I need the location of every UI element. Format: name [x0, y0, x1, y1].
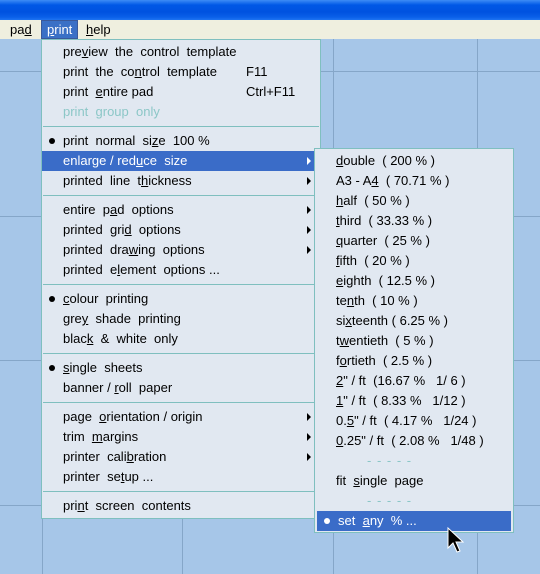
menu-item-line-thickness[interactable]: printed line thickness — [42, 171, 320, 191]
menu-item-print-screen-contents[interactable]: print screen contents — [42, 496, 320, 516]
menu-item-black-white-only[interactable]: black & white only — [42, 329, 320, 349]
submenu-arrow-icon — [307, 246, 311, 254]
menu-item-grid-options[interactable]: printed grid options — [42, 220, 320, 240]
submenu-arrow-icon — [307, 453, 311, 461]
shortcut: F11 — [246, 64, 268, 79]
radio-bullet-icon — [49, 365, 55, 371]
menu-item-page-orientation[interactable]: page orientation / origin — [42, 407, 320, 427]
submenu-item[interactable]: sixteenth ( 6.25 % ) — [315, 311, 513, 331]
submenu-arrow-icon — [307, 206, 311, 214]
menu-item-preview-template[interactable]: preview the control template — [42, 42, 320, 62]
menu-item-enlarge-reduce-size[interactable]: enlarge / reduce size — [42, 151, 320, 171]
submenu-arrow-icon — [307, 433, 311, 441]
submenu-item[interactable]: A3 - A4 ( 70.71 % ) — [315, 171, 513, 191]
mouse-pointer-icon — [447, 527, 465, 553]
menu-item-colour-printing[interactable]: colour printing — [42, 289, 320, 309]
submenu-item[interactable]: half ( 50 % ) — [315, 191, 513, 211]
submenu-item[interactable]: 0.25" / ft ( 2.08 % 1/48 ) — [315, 431, 513, 451]
enlarge-reduce-submenu: double ( 200 % ) A3 - A4 ( 70.71 % ) hal… — [314, 148, 514, 533]
submenu-arrow-icon — [307, 413, 311, 421]
menu-help[interactable]: help — [81, 20, 116, 39]
submenu-item[interactable]: fortieth ( 2.5 % ) — [315, 351, 513, 371]
radio-bullet-icon — [324, 518, 330, 524]
separator — [43, 491, 319, 492]
menu-item-printer-calibration[interactable]: printer calibration — [42, 447, 320, 467]
separator — [43, 402, 319, 403]
menu-item-drawing-options[interactable]: printed drawing options — [42, 240, 320, 260]
title-bar — [0, 0, 540, 20]
separator — [43, 284, 319, 285]
submenu-item[interactable]: fifth ( 20 % ) — [315, 251, 513, 271]
menu-pad[interactable]: pad — [5, 20, 37, 39]
menu-bar: pad print help — [0, 20, 540, 39]
submenu-item[interactable]: twentieth ( 5 % ) — [315, 331, 513, 351]
submenu-arrow-icon — [307, 177, 311, 185]
shortcut: Ctrl+F11 — [246, 84, 296, 99]
separator — [43, 195, 319, 196]
print-menu: preview the control template print the c… — [41, 39, 321, 519]
submenu-item[interactable]: 1" / ft ( 8.33 % 1/12 ) — [315, 391, 513, 411]
submenu-item[interactable]: quarter ( 25 % ) — [315, 231, 513, 251]
menu-item-print-entire-pad[interactable]: print entire pad Ctrl+F11 — [42, 82, 320, 102]
submenu-item[interactable]: 2" / ft (16.67 % 1/ 6 ) — [315, 371, 513, 391]
submenu-item-set-any-percent[interactable]: set any % ... — [317, 511, 511, 531]
separator — [43, 353, 319, 354]
menu-item-grey-shade-printing[interactable]: grey shade printing — [42, 309, 320, 329]
menu-item-banner-roll-paper[interactable]: banner / roll paper — [42, 378, 320, 398]
menu-item-printer-setup[interactable]: printer setup ... — [42, 467, 320, 487]
menu-item-element-options[interactable]: printed element options ... — [42, 260, 320, 280]
radio-bullet-icon — [49, 138, 55, 144]
menu-item-print-normal-size[interactable]: print normal size 100 % — [42, 131, 320, 151]
radio-bullet-icon — [49, 296, 55, 302]
menu-item-print-group-only: print group only — [63, 104, 160, 119]
menu-print[interactable]: print — [41, 20, 79, 39]
submenu-item[interactable]: double ( 200 % ) — [315, 151, 513, 171]
menu-item-print-template[interactable]: print the control template F11 — [42, 62, 320, 82]
submenu-arrow-icon — [307, 226, 311, 234]
separator — [43, 126, 319, 127]
menu-item-entire-pad-options[interactable]: entire pad options — [42, 200, 320, 220]
menu-item-single-sheets[interactable]: single sheets — [42, 358, 320, 378]
dash-separator: - - - - - — [367, 453, 413, 468]
menu-item-trim-margins[interactable]: trim margins — [42, 427, 320, 447]
submenu-item-fit-single-page[interactable]: fit single page — [315, 471, 513, 491]
submenu-arrow-icon — [307, 157, 311, 165]
dash-separator: - - - - - — [367, 493, 413, 508]
submenu-item[interactable]: 0.5" / ft ( 4.17 % 1/24 ) — [315, 411, 513, 431]
submenu-item[interactable]: tenth ( 10 % ) — [315, 291, 513, 311]
submenu-item[interactable]: third ( 33.33 % ) — [315, 211, 513, 231]
submenu-item[interactable]: eighth ( 12.5 % ) — [315, 271, 513, 291]
